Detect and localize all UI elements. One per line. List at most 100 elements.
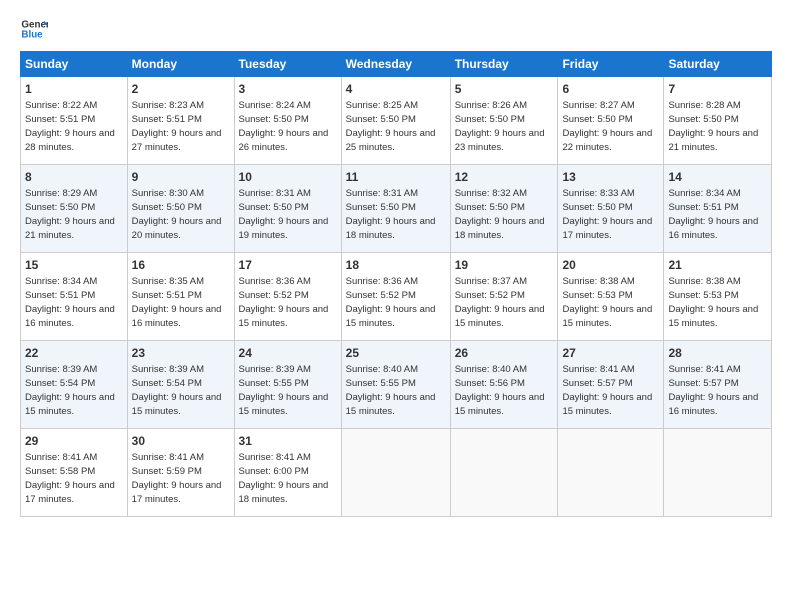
day-number: 22: [25, 345, 123, 362]
calendar-cell: 6Sunrise: 8:27 AMSunset: 5:50 PMDaylight…: [558, 77, 664, 165]
day-number: 28: [668, 345, 767, 362]
day-number: 31: [239, 433, 337, 450]
day-info: Sunrise: 8:41 AMSunset: 5:58 PMDaylight:…: [25, 452, 115, 505]
day-number: 24: [239, 345, 337, 362]
day-number: 12: [455, 169, 554, 186]
calendar-day-header: Sunday: [21, 52, 128, 77]
day-number: 6: [562, 81, 659, 98]
calendar-table: SundayMondayTuesdayWednesdayThursdayFrid…: [20, 51, 772, 517]
calendar-day-header: Friday: [558, 52, 664, 77]
calendar-cell: [664, 429, 772, 517]
day-info: Sunrise: 8:40 AMSunset: 5:56 PMDaylight:…: [455, 364, 545, 417]
day-info: Sunrise: 8:35 AMSunset: 5:51 PMDaylight:…: [132, 276, 222, 329]
day-info: Sunrise: 8:40 AMSunset: 5:55 PMDaylight:…: [346, 364, 436, 417]
calendar-cell: 3Sunrise: 8:24 AMSunset: 5:50 PMDaylight…: [234, 77, 341, 165]
calendar-week-row: 15 Sunrise: 8:34 AMSunset: 5:51 PMDayligh…: [21, 253, 772, 341]
day-info: Sunrise: 8:30 AMSunset: 5:50 PMDaylight:…: [132, 188, 222, 241]
calendar-cell: 19 Sunrise: 8:37 AMSunset: 5:52 PMDayligh…: [450, 253, 558, 341]
day-number: 11: [346, 169, 446, 186]
calendar-cell: [450, 429, 558, 517]
calendar-cell: 15 Sunrise: 8:34 AMSunset: 5:51 PMDayligh…: [21, 253, 128, 341]
day-info: Sunrise: 8:25 AMSunset: 5:50 PMDaylight:…: [346, 100, 436, 153]
calendar-cell: 13 Sunrise: 8:33 AMSunset: 5:50 PMDayligh…: [558, 165, 664, 253]
day-number: 20: [562, 257, 659, 274]
day-number: 1: [25, 81, 123, 98]
day-number: 14: [668, 169, 767, 186]
calendar-cell: 11 Sunrise: 8:31 AMSunset: 5:50 PMDayligh…: [341, 165, 450, 253]
day-info: Sunrise: 8:37 AMSunset: 5:52 PMDaylight:…: [455, 276, 545, 329]
calendar-cell: 28 Sunrise: 8:41 AMSunset: 5:57 PMDayligh…: [664, 341, 772, 429]
svg-text:Blue: Blue: [21, 29, 43, 40]
calendar-header-row: SundayMondayTuesdayWednesdayThursdayFrid…: [21, 52, 772, 77]
calendar-cell: 10 Sunrise: 8:31 AMSunset: 5:50 PMDayligh…: [234, 165, 341, 253]
calendar-week-row: 1Sunrise: 8:22 AMSunset: 5:51 PMDaylight…: [21, 77, 772, 165]
day-info: Sunrise: 8:31 AMSunset: 5:50 PMDaylight:…: [346, 188, 436, 241]
calendar-week-row: 8 Sunrise: 8:29 AMSunset: 5:50 PMDaylight…: [21, 165, 772, 253]
calendar-cell: 27 Sunrise: 8:41 AMSunset: 5:57 PMDayligh…: [558, 341, 664, 429]
day-info: Sunrise: 8:31 AMSunset: 5:50 PMDaylight:…: [239, 188, 329, 241]
day-info: Sunrise: 8:36 AMSunset: 5:52 PMDaylight:…: [346, 276, 436, 329]
day-info: Sunrise: 8:41 AMSunset: 5:59 PMDaylight:…: [132, 452, 222, 505]
calendar-cell: 23 Sunrise: 8:39 AMSunset: 5:54 PMDayligh…: [127, 341, 234, 429]
day-info: Sunrise: 8:38 AMSunset: 5:53 PMDaylight:…: [668, 276, 758, 329]
calendar-cell: 31Sunrise: 8:41 AMSunset: 6:00 PMDayligh…: [234, 429, 341, 517]
day-info: Sunrise: 8:34 AMSunset: 5:51 PMDaylight:…: [668, 188, 758, 241]
day-number: 7: [668, 81, 767, 98]
calendar-cell: 12Sunrise: 8:32 AMSunset: 5:50 PMDayligh…: [450, 165, 558, 253]
calendar-cell: 20 Sunrise: 8:38 AMSunset: 5:53 PMDayligh…: [558, 253, 664, 341]
day-info: Sunrise: 8:39 AMSunset: 5:54 PMDaylight:…: [132, 364, 222, 417]
day-info: Sunrise: 8:41 AMSunset: 5:57 PMDaylight:…: [668, 364, 758, 417]
calendar-day-header: Tuesday: [234, 52, 341, 77]
calendar-cell: 22 Sunrise: 8:39 AMSunset: 5:54 PMDayligh…: [21, 341, 128, 429]
day-number: 13: [562, 169, 659, 186]
logo-icon: General Blue: [20, 15, 48, 43]
day-info: Sunrise: 8:39 AMSunset: 5:54 PMDaylight:…: [25, 364, 115, 417]
calendar-cell: 26 Sunrise: 8:40 AMSunset: 5:56 PMDayligh…: [450, 341, 558, 429]
day-info: Sunrise: 8:38 AMSunset: 5:53 PMDaylight:…: [562, 276, 652, 329]
day-number: 26: [455, 345, 554, 362]
day-number: 29: [25, 433, 123, 450]
calendar-day-header: Wednesday: [341, 52, 450, 77]
day-number: 8: [25, 169, 123, 186]
calendar-cell: 7 Sunrise: 8:28 AMSunset: 5:50 PMDaylight…: [664, 77, 772, 165]
calendar-cell: [341, 429, 450, 517]
day-info: Sunrise: 8:29 AMSunset: 5:50 PMDaylight:…: [25, 188, 115, 241]
day-number: 9: [132, 169, 230, 186]
day-number: 30: [132, 433, 230, 450]
day-info: Sunrise: 8:34 AMSunset: 5:51 PMDaylight:…: [25, 276, 115, 329]
calendar-cell: 30 Sunrise: 8:41 AMSunset: 5:59 PMDayligh…: [127, 429, 234, 517]
day-number: 18: [346, 257, 446, 274]
main-container: General Blue SundayMondayTuesdayWednesda…: [0, 0, 792, 527]
calendar-cell: 5Sunrise: 8:26 AMSunset: 5:50 PMDaylight…: [450, 77, 558, 165]
calendar-cell: 24 Sunrise: 8:39 AMSunset: 5:55 PMDayligh…: [234, 341, 341, 429]
calendar-week-row: 29 Sunrise: 8:41 AMSunset: 5:58 PMDayligh…: [21, 429, 772, 517]
calendar-cell: 14 Sunrise: 8:34 AMSunset: 5:51 PMDayligh…: [664, 165, 772, 253]
calendar-cell: 18 Sunrise: 8:36 AMSunset: 5:52 PMDayligh…: [341, 253, 450, 341]
logo: General Blue: [20, 15, 48, 43]
calendar-cell: 1Sunrise: 8:22 AMSunset: 5:51 PMDaylight…: [21, 77, 128, 165]
day-info: Sunrise: 8:36 AMSunset: 5:52 PMDaylight:…: [239, 276, 329, 329]
calendar-week-row: 22 Sunrise: 8:39 AMSunset: 5:54 PMDayligh…: [21, 341, 772, 429]
calendar-cell: 17 Sunrise: 8:36 AMSunset: 5:52 PMDayligh…: [234, 253, 341, 341]
day-number: 23: [132, 345, 230, 362]
day-number: 17: [239, 257, 337, 274]
day-info: Sunrise: 8:28 AMSunset: 5:50 PMDaylight:…: [668, 100, 758, 153]
calendar-cell: 25Sunrise: 8:40 AMSunset: 5:55 PMDayligh…: [341, 341, 450, 429]
day-number: 15: [25, 257, 123, 274]
day-number: 27: [562, 345, 659, 362]
calendar-cell: 29 Sunrise: 8:41 AMSunset: 5:58 PMDayligh…: [21, 429, 128, 517]
day-number: 21: [668, 257, 767, 274]
calendar-day-header: Monday: [127, 52, 234, 77]
day-number: 10: [239, 169, 337, 186]
calendar-cell: 4Sunrise: 8:25 AMSunset: 5:50 PMDaylight…: [341, 77, 450, 165]
calendar-day-header: Saturday: [664, 52, 772, 77]
calendar-cell: 9 Sunrise: 8:30 AMSunset: 5:50 PMDaylight…: [127, 165, 234, 253]
header: General Blue: [20, 15, 772, 43]
day-info: Sunrise: 8:33 AMSunset: 5:50 PMDaylight:…: [562, 188, 652, 241]
day-info: Sunrise: 8:41 AMSunset: 5:57 PMDaylight:…: [562, 364, 652, 417]
day-number: 16: [132, 257, 230, 274]
day-number: 19: [455, 257, 554, 274]
calendar-cell: [558, 429, 664, 517]
day-number: 3: [239, 81, 337, 98]
day-info: Sunrise: 8:39 AMSunset: 5:55 PMDaylight:…: [239, 364, 329, 417]
